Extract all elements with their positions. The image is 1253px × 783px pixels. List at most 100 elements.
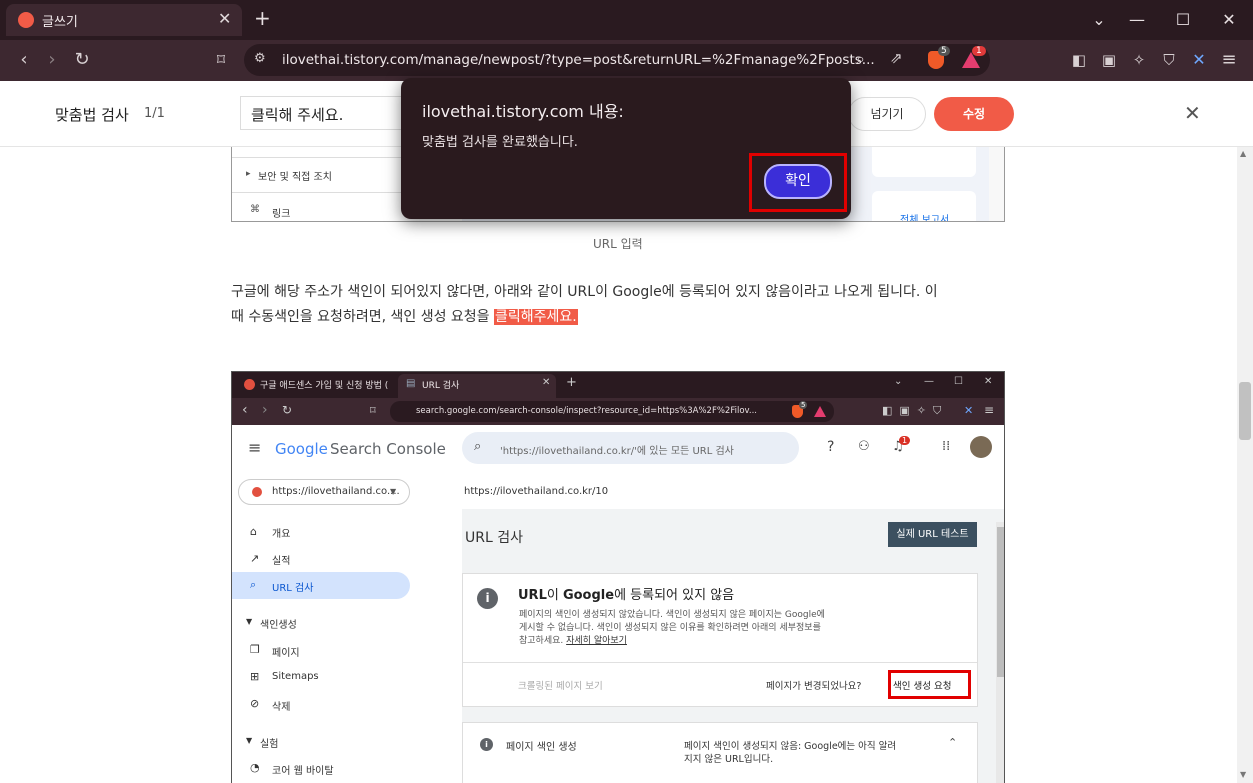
back-icon[interactable]: ‹	[10, 46, 38, 74]
sc-newtab-icon: +	[566, 375, 577, 390]
embed-chevron-icon: ▸	[246, 169, 251, 179]
share-icon[interactable]: ⇗	[890, 49, 903, 67]
sc-nav-active-bg	[232, 572, 410, 599]
tab-close-icon[interactable]: ✕	[218, 9, 231, 28]
sc-nav-performance: 실적	[272, 556, 291, 567]
embed-report-link: 전체 보고서	[900, 215, 950, 222]
close-window-icon[interactable]: ✕	[1206, 0, 1252, 40]
sc-nav-section-chevron-icon: ▼	[246, 617, 253, 626]
sc-apps-icon: ⁞⁞	[942, 439, 951, 454]
sc-avatar	[970, 436, 992, 458]
extension-icon[interactable]: ✕	[1185, 46, 1213, 74]
vpn-icon[interactable]: ⛉	[1155, 46, 1183, 74]
zoom-icon[interactable]: ⌕	[856, 49, 865, 69]
scroll-down-icon[interactable]: ▼	[1240, 770, 1246, 779]
sc-url-text: search.google.com/search-console/inspect…	[416, 406, 758, 416]
url-field[interactable]: ⚙ ilovethai.tistory.com/manage/newpost/?…	[244, 44, 990, 76]
sc-nav-overview: 개요	[272, 529, 291, 540]
bookmark-icon[interactable]: ⌑	[207, 46, 235, 74]
sc-ext-x-icon: ✕	[964, 404, 974, 417]
suggestion-input[interactable]: 클릭해 주세요.	[240, 96, 405, 130]
sc-tab2-icon: ▤	[406, 378, 416, 389]
wallet-icon[interactable]: ▣	[1095, 46, 1123, 74]
forward-icon[interactable]: ›	[38, 46, 66, 74]
sc-card-divider	[463, 662, 977, 663]
tab-title: 글쓰기	[42, 15, 78, 30]
close-spellcheck-icon[interactable]: ✕	[1184, 101, 1201, 125]
sc-row-collapse-icon: ⌃	[948, 736, 958, 749]
page-scrollbar[interactable]	[1237, 147, 1253, 783]
leo-ai-icon[interactable]: ✧	[1125, 46, 1153, 74]
embed-row1: 보안 및 직접 조치	[258, 172, 332, 183]
sc-logo-product: Search Console	[330, 440, 446, 458]
dialog-title: ilovethai.tistory.com 내용:	[422, 102, 624, 121]
sc-tab1-title: 구글 애드센스 가입 및 신청 방법 (	[260, 381, 389, 391]
sc-hamburger-icon: ≡	[248, 438, 262, 457]
embed-row2: 링크	[272, 209, 291, 220]
image-caption: URL 입력	[593, 237, 643, 251]
sc-ext-icons: ◧▣✧⛉	[882, 404, 949, 417]
sc-menu-icon: ≡	[984, 403, 995, 417]
sc-min-icon: —	[924, 376, 934, 387]
sc-nav-removals: 삭제	[272, 702, 291, 713]
fix-button[interactable]: 수정	[934, 97, 1014, 131]
sc-live-test-button: 실제 URL 테스트	[888, 522, 977, 547]
suggestion-value: 클릭해 주세요.	[251, 106, 344, 124]
sc-nav-removal-icon: ⊘	[250, 697, 260, 710]
reload-icon[interactable]: ↻	[68, 46, 96, 74]
sc-nav-sitemaps: Sitemaps	[272, 671, 319, 682]
sc-row-status1: 페이지 색인이 생성되지 않음: Google에는 아직 알려	[684, 741, 897, 752]
sidebar-icon[interactable]: ◧	[1065, 46, 1093, 74]
sc-chevron-icon: ⌄	[894, 376, 903, 387]
new-tab-icon[interactable]: +	[254, 6, 271, 30]
sc-nav-trend-icon: ↗	[250, 552, 260, 565]
ok-button[interactable]: 확인	[764, 164, 832, 199]
sc-search-placeholder: 'https://ilovethailand.co.kr/'에 있는 모든 UR…	[500, 446, 734, 457]
sc-search-icon: ⌕	[474, 439, 482, 454]
sc-card-desc3-text: 참고하세요.	[519, 636, 567, 646]
sc-tab2-title: URL 검사	[422, 381, 460, 391]
embed-link-icon: ⌘	[250, 204, 260, 215]
sc-nav-sitemap-icon: ⊞	[250, 670, 260, 683]
sc-logo-google: Google	[275, 440, 328, 458]
sc-nav-experience: 실험	[260, 739, 279, 750]
sc-card-desc3: 참고하세요. 자세히 알아보기	[519, 633, 627, 646]
sc-nav-pages-icon: ❐	[250, 643, 260, 656]
sc-nav-home-icon: ⌂	[250, 525, 257, 538]
menu-icon[interactable]: ≡	[1215, 46, 1243, 74]
sc-card-title-end: 에 등록되어 있지 않음	[614, 588, 735, 603]
maximize-icon[interactable]: ☐	[1160, 0, 1206, 40]
sc-card-title: URL이 Google에 등록되어 있지 않음	[518, 584, 734, 603]
skip-button[interactable]: 넘기기	[848, 97, 926, 131]
sc-row-status2: 지지 않은 URL입니다.	[684, 754, 774, 765]
page-scrollbar-thumb[interactable]	[1239, 382, 1251, 440]
sc-help-icon: ?	[827, 439, 835, 455]
tab-active[interactable]: 글쓰기 ✕	[6, 4, 242, 36]
sc-row-label: 페이지 색인 생성	[506, 742, 577, 753]
sc-card-title-mid: 이	[546, 588, 563, 603]
spellcheck-title: 맞춤법 검사	[55, 106, 129, 124]
sc-nav-cwv: 코어 웹 바이탈	[272, 766, 334, 777]
sc-learn-more-link: 자세히 알아보기	[566, 636, 627, 646]
sc-nav-indexing: 색인생성	[260, 620, 297, 631]
sc-info-icon: i	[477, 588, 498, 609]
sc-max-icon: ☐	[954, 376, 963, 387]
sc-rewards-icon	[814, 406, 826, 417]
sc-nav-search-icon: ⌕	[250, 578, 257, 591]
site-settings-icon[interactable]: ⚙	[254, 51, 266, 66]
highlighted-text: 클릭해주세요.	[494, 309, 578, 325]
sc-property-dropdown-icon: ▼	[390, 487, 397, 496]
sc-inspected-url: https://ilovethailand.co.kr/10	[464, 486, 609, 497]
sc-close-icon: ✕	[984, 376, 993, 387]
minimize-icon[interactable]: —	[1114, 0, 1160, 40]
url-text: ilovethai.tistory.com/manage/newpost/?ty…	[282, 52, 875, 68]
sc-property-favicon-icon	[252, 487, 262, 497]
sc-card-title-google: Google	[562, 588, 615, 603]
sc-property-text: https://ilovethailand.co....	[272, 486, 400, 497]
embedded-screenshot-search-console: 구글 애드센스 가입 및 신청 방법 ( ▤ URL 검사 ✕ + ⌄ — ☐ …	[231, 371, 1005, 783]
sc-notif-badge: 1	[899, 436, 911, 445]
embed-divider	[232, 157, 402, 158]
sc-reload-icon: ↻	[282, 403, 293, 417]
sc-changed-question: 페이지가 변경되었나요?	[766, 681, 862, 692]
scroll-up-icon[interactable]: ▲	[1240, 149, 1246, 158]
